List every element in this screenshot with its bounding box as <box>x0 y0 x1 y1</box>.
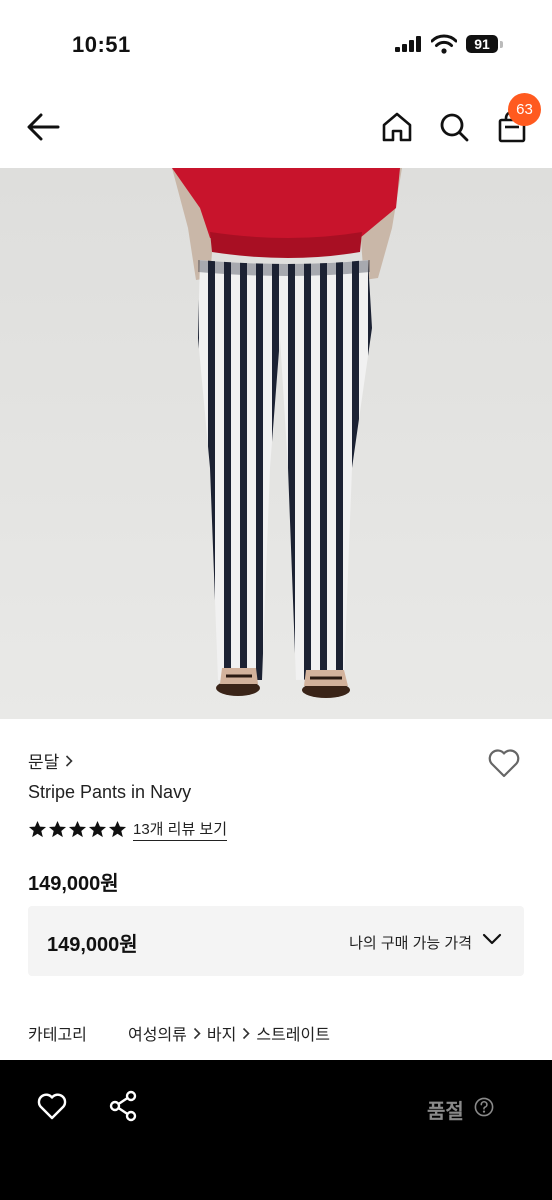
star-icon <box>88 820 107 838</box>
bottom-action-bar: 품절 <box>0 1060 552 1200</box>
star-icon <box>48 820 67 838</box>
chevron-right-icon <box>193 1027 201 1040</box>
rating-row: 13개 리뷰 보기 <box>28 818 228 841</box>
status-bar: 10:51 91 <box>0 0 552 90</box>
top-navigation <box>0 90 552 168</box>
category-row: 카테고리 여성의류 바지 스트레이트 <box>28 1021 330 1045</box>
category-label: 카테고리 <box>28 1027 87 1044</box>
battery-indicator: 91 <box>466 35 498 53</box>
product-image[interactable] <box>0 168 552 719</box>
brand-name: 문달 <box>28 753 60 772</box>
category-crumb-pants[interactable]: 바지 <box>207 1021 236 1045</box>
battery-tip <box>500 41 503 48</box>
soldout-status: 품절 <box>427 1101 464 1123</box>
chevron-right-icon <box>66 754 73 767</box>
chevron-down-icon <box>482 933 502 945</box>
search-icon[interactable] <box>437 110 471 144</box>
share-icon[interactable] <box>108 1090 138 1122</box>
my-price-label: 나의 구매 가능 가격 <box>349 935 472 952</box>
chevron-right-icon <box>242 1027 250 1040</box>
my-price-value: 149,000원 <box>47 934 138 956</box>
rating-stars <box>28 820 127 839</box>
heart-icon[interactable] <box>486 745 522 781</box>
cart-count-badge: 63 <box>508 93 541 126</box>
back-arrow-icon[interactable] <box>24 110 64 144</box>
heart-icon[interactable] <box>36 1090 68 1122</box>
star-icon <box>108 820 127 838</box>
wifi-icon <box>431 34 457 54</box>
product-price: 149,000원 <box>28 873 119 895</box>
star-icon <box>68 820 87 838</box>
product-name: Stripe Pants in Navy <box>28 782 192 802</box>
product-photo-illustration <box>0 168 552 719</box>
category-crumb-women[interactable]: 여성의류 <box>128 1021 187 1045</box>
my-price-dropdown[interactable]: 149,000원 나의 구매 가능 가격 <box>28 906 524 976</box>
brand-link[interactable]: 문달 <box>28 748 73 773</box>
cellular-signal-icon <box>395 36 421 52</box>
home-icon[interactable] <box>380 110 414 144</box>
review-link[interactable]: 13개 리뷰 보기 <box>133 818 228 841</box>
category-crumb-straight[interactable]: 스트레이트 <box>256 1021 330 1045</box>
help-icon[interactable] <box>474 1097 494 1117</box>
star-icon <box>28 820 47 838</box>
status-time: 10:51 <box>72 32 131 57</box>
